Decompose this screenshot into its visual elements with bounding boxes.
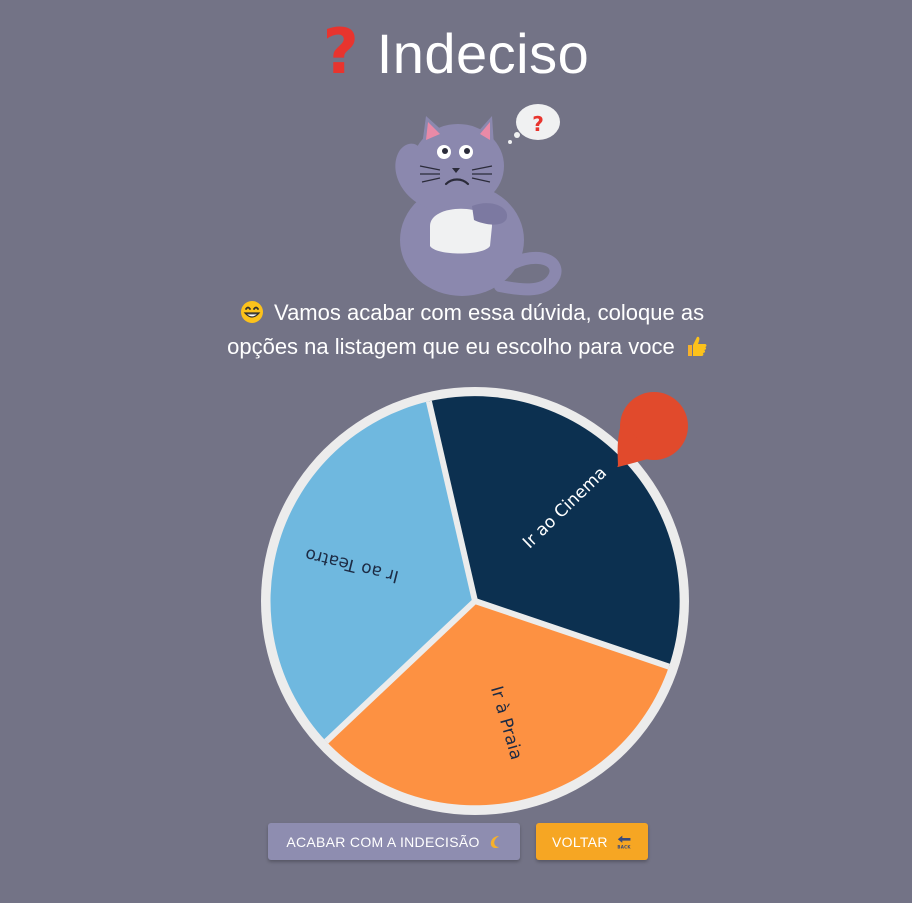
crescent-moon-icon <box>490 835 499 848</box>
decide-button-label: ACABAR COM A INDECISÃO <box>286 833 480 850</box>
wheel-pointer <box>617 392 688 467</box>
action-bar: ACABAR COM A INDECISÃO VOLTAR BACK <box>0 823 912 860</box>
back-button[interactable]: VOLTAR BACK <box>536 823 648 860</box>
header: ? Indeciso <box>0 14 912 94</box>
back-arrow-icon: BACK <box>617 835 631 849</box>
page: ? Indeciso ? Vamos acabar com essa dúvid… <box>0 0 912 903</box>
back-icon-text: BACK <box>617 844 631 849</box>
decide-button[interactable]: ACABAR COM A INDECISÃO <box>268 823 520 860</box>
question-mark-icon: ? <box>322 15 359 88</box>
decision-wheel[interactable]: Ir ao Cinema Ir à Praia Ir ao Teatro <box>258 384 692 818</box>
thumbs-up-icon <box>687 336 707 357</box>
back-button-label: VOLTAR <box>552 833 608 850</box>
description: Vamos acabar com essa dúvida, coloque as… <box>140 296 800 364</box>
description-line-2: opções na listagem que eu escolho para v… <box>227 334 675 359</box>
thought-bubble-symbol: ? <box>532 112 544 136</box>
grinning-face-icon <box>240 301 263 324</box>
thinking-cat-illustration: ? <box>395 104 562 296</box>
page-title: Indeciso <box>376 22 590 85</box>
description-line-1: Vamos acabar com essa dúvida, coloque as <box>274 300 705 325</box>
